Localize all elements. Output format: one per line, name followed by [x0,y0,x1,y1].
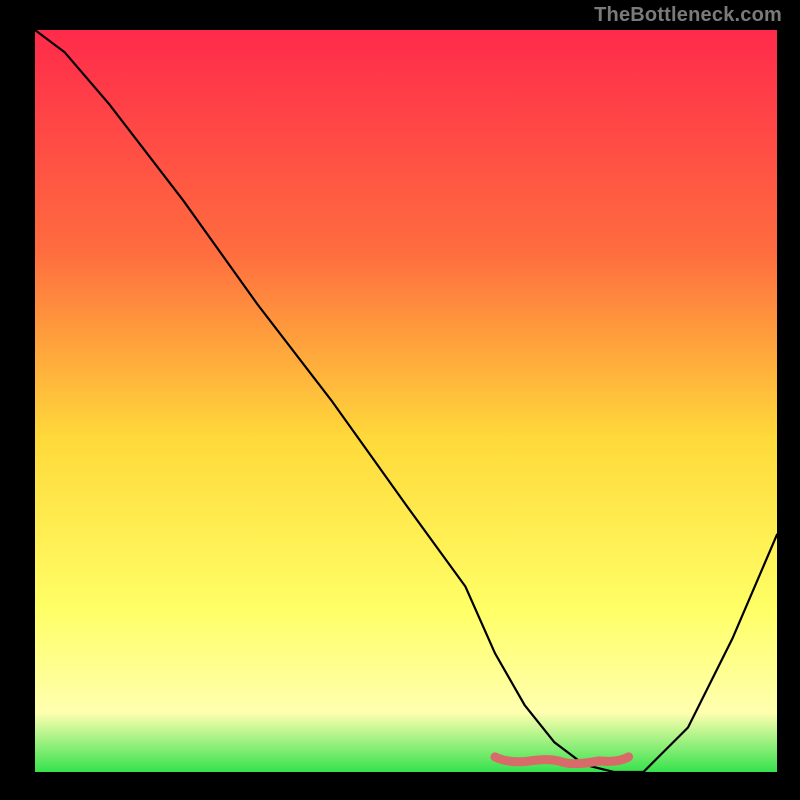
bottleneck-chart [0,0,800,800]
optimal-region-highlight [495,757,629,764]
gradient-background [35,30,777,772]
chart-frame: { "attribution": "TheBottleneck.com", "c… [0,0,800,800]
attribution-label: TheBottleneck.com [594,4,782,27]
